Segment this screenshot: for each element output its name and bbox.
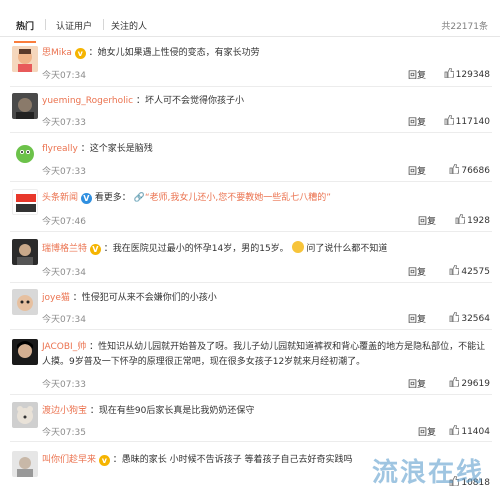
like-button[interactable]: 29619 <box>449 377 490 389</box>
comment-text: ：这个家长是脑残 <box>80 144 153 154</box>
comment-time: 今天07:34 <box>42 71 86 81</box>
verified-badge-icon: V <box>89 244 101 255</box>
avatar[interactable] <box>12 239 38 265</box>
like-button[interactable]: 11404 <box>449 425 490 437</box>
avatar[interactable] <box>12 451 38 477</box>
thumb-up-icon <box>449 164 460 174</box>
avatar[interactable] <box>12 289 38 315</box>
like-count: 129348 <box>455 70 490 80</box>
like-button[interactable]: 129348 <box>444 68 490 80</box>
like-button[interactable]: 1928 <box>455 214 490 226</box>
username[interactable]: JACOBI_帅 <box>42 342 86 352</box>
verified-badge-icon: v <box>98 455 110 466</box>
tab-separator <box>103 19 104 30</box>
comment-time: 今天07:33 <box>42 380 86 390</box>
like-button[interactable]: 32564 <box>449 312 490 324</box>
comment-time: 今天07:34 <box>42 268 86 278</box>
comment-item: yueming_Rogerholic ：坏人可不会觉得你孩子小 今天07:33 … <box>0 87 500 133</box>
like-count: 32564 <box>461 314 490 324</box>
like-count: 76686 <box>461 166 490 176</box>
like-button[interactable]: 42575 <box>449 265 490 277</box>
avatar[interactable] <box>12 402 38 428</box>
comment-text: ：坏人可不会觉得你孩子小 <box>135 96 244 106</box>
thumb-up-icon <box>449 425 460 435</box>
comment-time: 今天07:34 <box>42 315 86 325</box>
like-count: 29619 <box>461 379 490 389</box>
username[interactable]: 渡边小狗宝 <box>42 406 87 416</box>
thumb-up-icon <box>449 265 460 275</box>
reply-button[interactable]: 回复 <box>418 214 436 227</box>
reply-button[interactable]: 回复 <box>408 68 426 81</box>
like-count: 117140 <box>455 117 490 127</box>
avatar[interactable] <box>12 46 38 72</box>
comment-text: ：我在医院见过最小的怀孕14岁，男的15岁。 <box>103 244 289 254</box>
username[interactable]: flyreally <box>42 144 78 154</box>
like-count: 1928 <box>467 216 490 226</box>
comment-item: joye猫 ：性侵犯可从来不会嫌你们的小孩小 今天07:34 回复 32564 <box>0 283 500 330</box>
tab-hot[interactable]: 热门 <box>13 19 37 43</box>
thumb-up-icon <box>449 312 460 322</box>
username[interactable]: 瑞博格兰特 <box>42 244 87 254</box>
comment-text-continued: 问了说什么都不知道 <box>306 244 388 254</box>
comment-time: 今天07:33 <box>42 118 86 128</box>
avatar[interactable] <box>12 93 38 119</box>
emoji-icon <box>291 241 304 253</box>
comment-text: ：性知识从幼儿园就开始普及了呀。我儿子幼儿园就知道裤衩和背心覆盖的地方是隐私部位… <box>42 342 486 367</box>
avatar[interactable] <box>12 140 38 166</box>
avatar[interactable] <box>12 189 38 215</box>
username[interactable]: joye猫 <box>42 293 70 303</box>
comment-text: ：愚昧的家长 小时候不告诉孩子 等着孩子自己去好奇实践吗 <box>112 455 353 465</box>
comment-time: 今天07:33 <box>42 167 86 177</box>
comment-tabs: 热门 认证用户 关注的人 共22171条 <box>0 0 500 43</box>
reply-button[interactable]: 回复 <box>408 377 426 390</box>
username[interactable]: yueming_Rogerholic <box>42 96 133 106</box>
username[interactable]: 叫你们趁早来 <box>42 455 96 465</box>
thumb-up-icon <box>449 377 460 387</box>
link-icon: 🔗 <box>133 193 145 203</box>
like-button[interactable]: 76686 <box>449 164 490 176</box>
comment-time: 今天07:35 <box>42 428 86 438</box>
tab-separator <box>45 19 46 30</box>
comment-item: JACOBI_帅 ：性知识从幼儿园就开始普及了呀。我儿子幼儿园就知道裤衩和背心覆… <box>0 330 500 395</box>
verified-badge-icon: v <box>74 48 86 59</box>
like-count: 11404 <box>461 427 490 437</box>
thumb-up-icon <box>444 68 454 78</box>
comment-prefix: 看更多： <box>94 193 131 203</box>
article-link[interactable]: “老师,我女儿还小,您不要教她一些乱七八糟的” <box>145 193 331 203</box>
tab-following[interactable]: 关注的人 <box>111 19 147 32</box>
reply-button[interactable]: 回复 <box>408 312 426 325</box>
username[interactable]: 头条新闻 <box>42 193 78 203</box>
total-count: 共22171条 <box>441 22 488 32</box>
reply-button[interactable]: 回复 <box>418 425 436 438</box>
username[interactable]: 思Mika <box>42 48 72 58</box>
verified-badge-icon: V <box>80 193 92 204</box>
comment-text: ：她女儿如果遇上性侵的变态，有家长功劳 <box>88 48 260 58</box>
reply-button[interactable]: 回复 <box>408 115 426 128</box>
comment-item: flyreally ：这个家长是脑残 今天07:33 回复 76686 <box>0 133 500 182</box>
reply-button[interactable]: 回复 <box>408 265 426 278</box>
thumb-up-icon <box>455 214 466 224</box>
tab-verified-users[interactable]: 认证用户 <box>56 19 92 32</box>
reply-button[interactable]: 回复 <box>408 164 426 177</box>
watermark: 流浪在线 <box>371 458 484 488</box>
comment-text: ：现在有些90后家长真是比我奶奶还保守 <box>89 406 255 416</box>
like-count: 42575 <box>461 267 490 277</box>
comment-item: 头条新闻 V 看更多： 🔗“老师,我女儿还小,您不要教她一些乱七八糟的” 今天0… <box>0 182 500 232</box>
like-button[interactable]: 117140 <box>444 115 490 127</box>
comment-text: ：性侵犯可从来不会嫌你们的小孩小 <box>72 293 217 303</box>
comment-item: 瑞博格兰特 V ：我在医院见过最小的怀孕14岁，男的15岁。 问了说什么都不知道… <box>0 232 500 283</box>
avatar[interactable] <box>12 339 38 365</box>
comment-item: 渡边小狗宝 ：现在有些90后家长真是比我奶奶还保守 今天07:35 回复 114… <box>0 395 500 442</box>
comment-time: 今天07:46 <box>42 217 86 227</box>
thumb-up-icon <box>444 115 454 125</box>
comment-item: 思Mika v ：她女儿如果遇上性侵的变态，有家长功劳 今天07:34 回复 1… <box>0 38 500 87</box>
